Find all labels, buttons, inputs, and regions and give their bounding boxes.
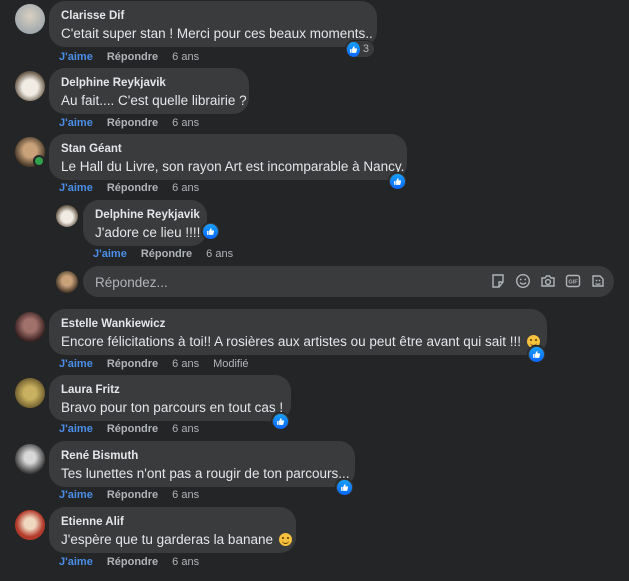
reply-button[interactable]: Répondre <box>107 51 158 63</box>
comment-bubble: Etienne Alif J'espère que tu garderas la… <box>49 507 296 553</box>
reply-button[interactable]: Répondre <box>141 248 192 260</box>
avatar[interactable] <box>15 4 45 34</box>
reply-composer: GIF <box>83 266 614 299</box>
comment-actions: J'aime Répondre 6 ans Modifié <box>59 357 263 371</box>
comment-text: J'adore ce lieu !!!! <box>95 225 201 240</box>
comment-text: J'espère que tu garderas la banane <box>61 531 292 549</box>
comment-actions: J'aime Répondre 6 ans <box>59 181 213 195</box>
reply-input[interactable] <box>93 266 477 299</box>
avatar[interactable] <box>15 378 45 408</box>
timestamp[interactable]: 6 ans <box>172 556 199 568</box>
reaction-summary[interactable] <box>271 412 290 430</box>
comment-text: Le Hall du Livre, son rayon Art est inco… <box>61 159 405 174</box>
like-button[interactable]: J'aime <box>59 51 93 63</box>
like-reaction-icon <box>273 413 288 429</box>
like-button[interactable]: J'aime <box>59 117 93 129</box>
reply-button[interactable]: Répondre <box>107 182 158 194</box>
sticker-icon[interactable] <box>490 273 506 289</box>
svg-text:GIF: GIF <box>568 280 578 286</box>
comment-actions: J'aime Répondre 6 ans <box>59 50 213 64</box>
reaction-summary[interactable] <box>388 172 407 190</box>
comment-text: C'etait super stan ! Merci pour ces beau… <box>61 26 373 41</box>
like-reaction-icon <box>390 173 405 189</box>
timestamp[interactable]: 6 ans <box>172 423 199 435</box>
comment-actions: J'aime Répondre 6 ans <box>59 422 213 436</box>
comment-bubble: Delphine Reykjavik Au fait.... C'est que… <box>49 68 249 114</box>
reaction-summary[interactable] <box>527 345 546 363</box>
reply-button[interactable]: Répondre <box>107 556 158 568</box>
emoji-icon[interactable] <box>515 273 531 289</box>
gif-icon[interactable]: GIF <box>565 273 581 289</box>
timestamp[interactable]: 6 ans <box>172 358 199 370</box>
reply-button[interactable]: Répondre <box>107 423 158 435</box>
timestamp[interactable]: 6 ans <box>172 117 199 129</box>
reaction-summary[interactable]: 3 <box>345 40 375 58</box>
comment-bubble: Stan Géant Le Hall du Livre, son rayon A… <box>49 134 407 180</box>
comment-author[interactable]: Delphine Reykjavik <box>95 208 200 222</box>
avatar[interactable] <box>56 205 78 227</box>
online-status-dot <box>33 155 45 167</box>
like-reaction-icon <box>203 223 218 239</box>
comment-author[interactable]: René Bismuth <box>61 449 343 463</box>
reply-button[interactable]: Répondre <box>107 117 158 129</box>
comment-author[interactable]: Delphine Reykjavik <box>61 76 237 90</box>
like-button[interactable]: J'aime <box>59 556 93 568</box>
camera-icon[interactable] <box>540 273 556 289</box>
reaction-summary[interactable] <box>201 222 220 240</box>
avatar[interactable] <box>15 510 45 540</box>
like-reaction-icon <box>337 479 352 495</box>
comment-bubble: Laura Fritz Bravo pour ton parcours en t… <box>49 375 291 421</box>
comment-text: Encore félicitations à toi!! A rosières … <box>61 333 540 351</box>
like-button[interactable]: J'aime <box>93 248 127 260</box>
timestamp[interactable]: 6 ans <box>172 51 199 63</box>
like-button[interactable]: J'aime <box>59 182 93 194</box>
comment-text: Tes lunettes n'ont pas a rougir de ton p… <box>61 466 350 481</box>
timestamp[interactable]: 6 ans <box>172 489 199 501</box>
comment-author[interactable]: Etienne Alif <box>61 515 284 529</box>
avatar[interactable] <box>15 71 45 101</box>
avatar[interactable] <box>15 444 45 474</box>
comment-bubble: René Bismuth Tes lunettes n'ont pas a ro… <box>49 441 355 487</box>
comment-actions: J'aime Répondre 6 ans <box>59 488 213 502</box>
like-button[interactable]: J'aime <box>59 358 93 370</box>
comment-text: Au fait.... C'est quelle librairie ? <box>61 93 247 108</box>
comment-author[interactable]: Laura Fritz <box>61 383 279 397</box>
like-button[interactable]: J'aime <box>59 423 93 435</box>
comment-bubble: Clarisse Dif C'etait super stan ! Merci … <box>49 1 377 47</box>
comment-author[interactable]: Estelle Wankiewicz <box>61 317 535 331</box>
comment-actions: J'aime Répondre 6 ans <box>59 116 213 130</box>
comment-author[interactable]: Stan Géant <box>61 142 395 156</box>
comment-text: Bravo pour ton parcours en tout cas ! <box>61 400 284 415</box>
like-reaction-icon <box>347 41 360 57</box>
like-button[interactable]: J'aime <box>59 489 93 501</box>
reply-button[interactable]: Répondre <box>107 358 158 370</box>
reaction-summary[interactable] <box>335 478 354 496</box>
comment-actions: J'aime Répondre 6 ans <box>93 247 247 261</box>
reply-button[interactable]: Répondre <box>107 489 158 501</box>
timestamp[interactable]: 6 ans <box>172 182 199 194</box>
comment-author[interactable]: Clarisse Dif <box>61 9 365 23</box>
smile-emoji-icon <box>278 533 292 546</box>
timestamp[interactable]: 6 ans <box>206 248 233 260</box>
edited-label[interactable]: Modifié <box>213 358 248 370</box>
reaction-count: 3 <box>362 43 369 55</box>
avatar-sticker-icon[interactable] <box>590 273 606 289</box>
comment-bubble: Estelle Wankiewicz Encore félicitations … <box>49 309 547 355</box>
current-user-avatar[interactable] <box>56 271 78 293</box>
comment-bubble: Delphine Reykjavik J'adore ce lieu !!!! <box>83 200 207 246</box>
avatar[interactable] <box>15 312 45 342</box>
comment-actions: J'aime Répondre 6 ans <box>59 555 213 569</box>
like-reaction-icon <box>529 346 544 362</box>
